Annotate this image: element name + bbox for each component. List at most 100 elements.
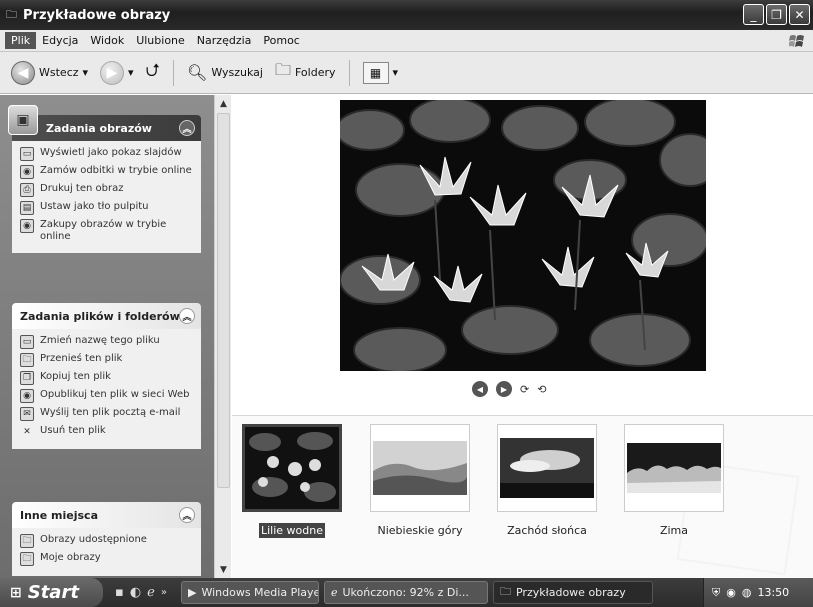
filmstrip: Lilie wodne Niebieskie góry Zachód słońc… [232,415,813,578]
task-pane-scrollbar[interactable]: ▲ ▼ [214,95,231,578]
up-folder-button[interactable]: ⮍ [143,56,163,90]
task-label: Zamów odbitki w trybie online [40,165,192,176]
task-label: Usuń ten plik [40,425,106,436]
task-copy[interactable]: ❐ Kopiuj ten plik [20,371,195,385]
taskbar-button-download[interactable]: ℯ Ukończono: 92% z Di... [323,581,488,604]
quick-launch-shortcut-icon[interactable]: ◐ [130,585,141,600]
rotate-clockwise-icon[interactable]: ⟳ [520,383,529,396]
shared-folder-icon: 🗀 [20,534,34,548]
image-tasks-header[interactable]: ▣ Zadania obrazów ︽ [8,105,201,141]
task-set-background[interactable]: ▤ Ustaw jako tło pulpitu [20,201,195,215]
image-tasks-list: ▭ Wyświetl jako pokaz slajdów ◉ Zamów od… [12,141,201,253]
clock: 13:50 [757,586,790,599]
thumbnail-frame [370,424,470,512]
place-label: Obrazy udostępnione [40,534,147,545]
back-button[interactable]: ◀ Wstecz ▾ [8,59,91,87]
quick-launch-shortcut-icon[interactable]: ▪ [115,585,124,600]
other-places-header[interactable]: Inne miejsca ︽ [12,502,201,528]
task-label: Zmień nazwę tego pliku [40,335,160,346]
menu-tools[interactable]: Narzędzia [191,32,258,49]
previous-image-icon[interactable]: ◀ [472,381,488,397]
desktop-icon: ▤ [20,201,34,215]
water-lilies-thumbnail [245,427,339,509]
place-label: Moje obrazy [40,552,101,563]
collapse-chevron-icon[interactable]: ︽ [179,308,195,324]
taskbar-button-label: Windows Media Player [201,586,319,599]
file-tasks-list: ▭ Zmień nazwę tego pliku 🗀 Przenieś ten … [12,329,201,449]
scroll-down-icon[interactable]: ▼ [216,562,231,577]
blue-hills-thumbnail [373,441,467,495]
tray-app-icon[interactable]: ◉ [726,586,736,599]
thumbnail-item[interactable]: Lilie wodne [242,424,342,538]
task-pane: ▣ Zadania obrazów ︽ ▭ Wyświetl jako poka… [0,95,214,578]
forward-button[interactable]: ▶ ▾ [97,59,137,87]
menu-favorites[interactable]: Ulubione [130,32,191,49]
file-tasks-header[interactable]: Zadania plików i folderów ︽ [12,303,201,329]
dropdown-arrow-icon: ▾ [128,66,134,79]
task-rename[interactable]: ▭ Zmień nazwę tego pliku [20,335,195,349]
taskbar: ⊞ Start ▪ ◐ ℯ » ▶ Windows Media Player ℯ… [0,578,813,607]
tray-app-icon[interactable]: ◍ [742,586,752,599]
task-order-prints[interactable]: ◉ Zamów odbitki w trybie online [20,165,195,179]
security-shield-icon[interactable]: ⛨ [712,586,720,600]
folder-icon: 🗀 [499,585,511,598]
close-button[interactable]: ✕ [789,4,810,25]
minimize-button[interactable]: _ [743,4,764,25]
collapse-chevron-icon[interactable]: ︽ [179,507,195,523]
menu-help[interactable]: Pomoc [257,32,305,49]
next-image-icon[interactable]: ▶ [496,381,512,397]
dropdown-arrow-icon: ▾ [392,66,399,79]
place-my-pictures[interactable]: 🗀 Moje obrazy [20,552,195,566]
system-tray: ⛨ ◉ ◍ 13:50 [703,578,813,607]
preview-controls: ◀ ▶ ⟳ ⟲ [472,381,546,397]
menu-edit[interactable]: Edycja [36,32,84,49]
window-controls: _ ❐ ✕ [743,4,810,25]
thumbnail-frame [497,424,597,512]
globe-icon: ◉ [20,165,34,179]
forward-arrow-icon: ▶ [100,60,125,85]
task-email[interactable]: ✉ Wyślij ten plik pocztą e-mail [20,407,195,421]
taskbar-button-media-player[interactable]: ▶ Windows Media Player [180,581,319,604]
task-delete[interactable]: ✕ Usuń ten plik [20,425,195,439]
task-print[interactable]: ⎙ Drukuj ten obraz [20,183,195,197]
task-publish-web[interactable]: ◉ Opublikuj ten plik w sieci Web [20,389,195,403]
toolbar: ◀ Wstecz ▾ ▶ ▾ ⮍ 🔍︎ Wyszukaj 🗀 Foldery ▦… [0,52,813,94]
thumbnail-item[interactable]: Zachód słońca [497,424,597,537]
scroll-thumb[interactable] [217,113,230,488]
internet-explorer-icon[interactable]: ℯ [147,585,155,600]
collapse-chevron-icon[interactable]: ︽ [179,120,195,136]
back-arrow-icon: ◀ [11,60,35,85]
start-button[interactable]: ⊞ Start [0,578,103,607]
scroll-up-icon[interactable]: ▲ [216,96,231,111]
envelope-icon: ✉ [20,407,34,421]
up-folder-icon: ⮍ [145,59,160,81]
rotate-counterclockwise-icon[interactable]: ⟲ [537,383,546,396]
maximize-button[interactable]: ❐ [766,4,787,25]
views-icon: ▦ [362,61,389,84]
task-move[interactable]: 🗀 Przenieś ten plik [20,353,195,367]
chevron-right-icon[interactable]: » [161,587,167,598]
search-button[interactable]: 🔍︎ Wyszukaj [184,61,266,84]
place-shared-pictures[interactable]: 🗀 Obrazy udostępnione [20,534,195,548]
title-bar: 🗀 Przykładowe obrazy _ ❐ ✕ [0,0,813,30]
task-buy-online[interactable]: ◉ Zakupy obrazów w trybie online [20,219,195,243]
folders-button[interactable]: 🗀 Foldery [272,57,339,88]
thumbnail-item[interactable]: Niebieskie góry [370,424,470,537]
taskbar-button-explorer[interactable]: 🗀 Przykładowe obrazy [492,581,653,604]
menu-file[interactable]: Plik [5,32,37,49]
thumbnail-frame [624,424,724,512]
start-label: Start [27,582,79,603]
search-icon: 🔍︎ [187,63,208,82]
thumbnail-item[interactable]: Zima [624,424,724,537]
task-label: Przenieś ten plik [40,353,123,364]
menu-view[interactable]: Widok [84,32,130,49]
thumbnail-label: Niebieskie góry [377,524,463,537]
menu-bar: Plik Edycja Widok Ulubione Narzędzia Pom… [0,30,813,52]
internet-explorer-icon: ℯ [330,586,338,599]
thumbnail-label: Zachód słońca [507,524,587,537]
printer-icon: ⎙ [20,183,34,197]
windows-logo-icon [789,35,804,47]
folder-icon: 🗀 [20,552,34,566]
views-button[interactable]: ▦ ▾ [360,60,402,86]
task-slideshow[interactable]: ▭ Wyświetl jako pokaz slajdów [20,147,195,161]
